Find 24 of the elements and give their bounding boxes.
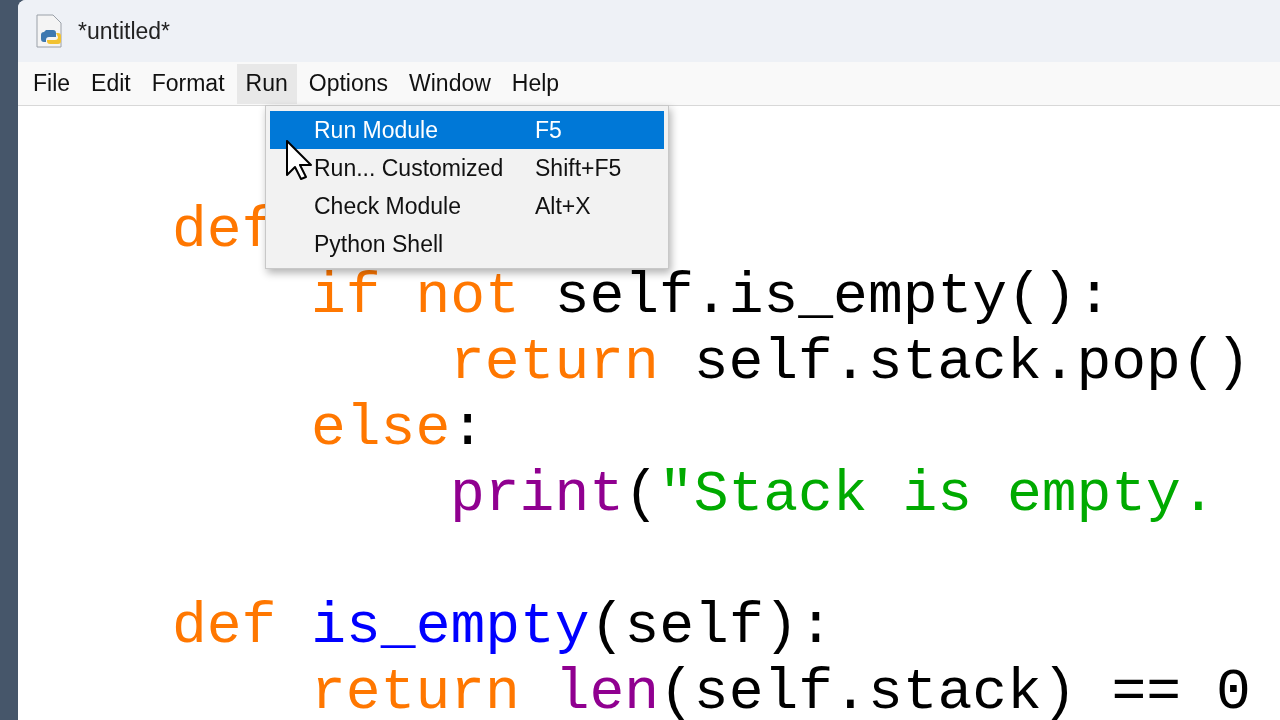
option-label: Check Module [314,191,463,221]
menu-item[interactable]: Window [400,63,500,104]
option-label: Python Shell [314,229,445,259]
code-line: else: [311,396,486,462]
menu-item[interactable]: Options [299,63,397,104]
code-line: if not self.is_empty(): [311,264,1112,330]
code-line: return len(self.stack) == 0 [311,660,1251,720]
menu-item[interactable]: Format [142,63,234,104]
mouse-cursor-icon [286,140,312,180]
window-title: *untitled* [78,16,171,46]
shortcut-text: F5 [535,115,562,145]
code-line: return self.stack.pop() [450,330,1251,396]
code-line: print("Stack is empty. [450,462,1217,528]
menu-option[interactable]: Run... Customized Shift+F5 [270,149,664,187]
menu-item[interactable]: Help [502,63,569,104]
menu-option[interactable]: Run Module F5 [270,111,664,149]
menu-item[interactable]: Run [236,63,297,104]
code-line: def is_empty(self): [172,594,834,660]
menu-item[interactable]: Edit [82,63,140,104]
shortcut-text: Shift+F5 [535,153,622,183]
menu-item[interactable]: File [24,63,80,104]
option-label: Run Module [314,115,440,145]
option-label: Run... Customized [314,153,505,183]
shortcut-text: Alt+X [535,191,591,221]
